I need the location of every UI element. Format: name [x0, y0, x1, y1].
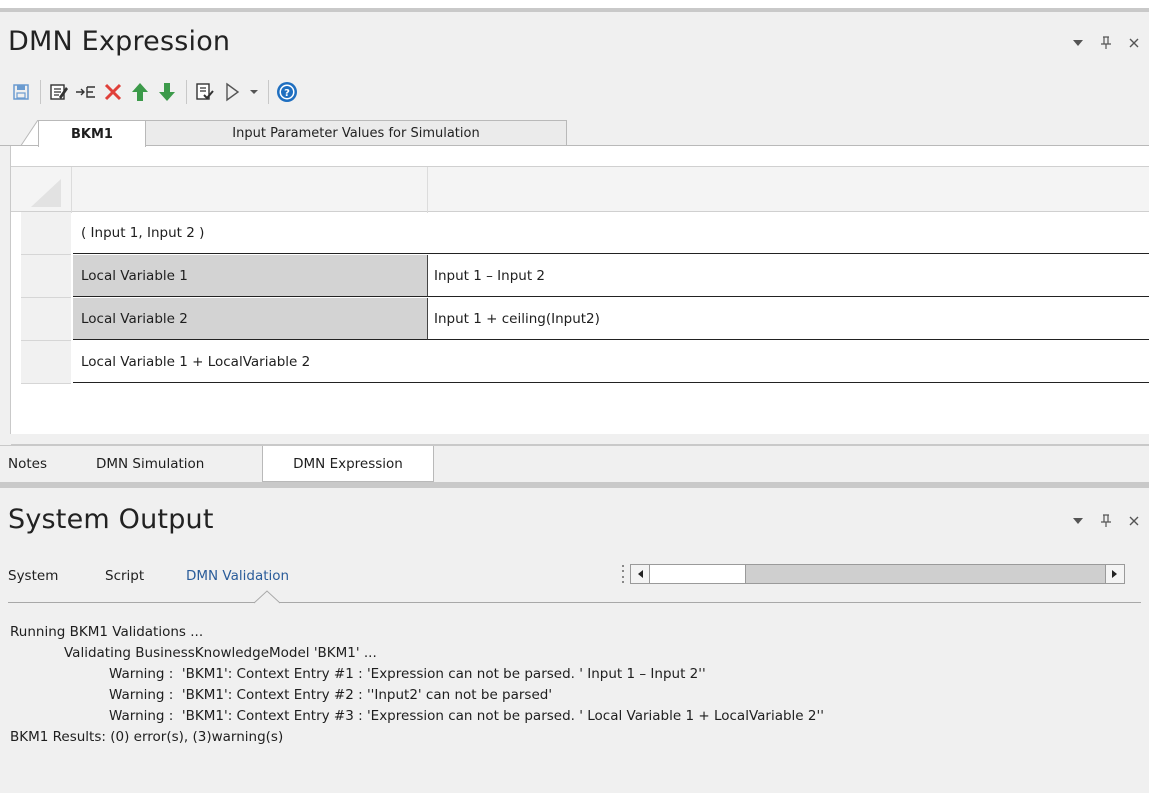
toolbar-separator: [268, 80, 269, 104]
panel-controls: [1071, 36, 1141, 50]
dropdown-arrow-icon[interactable]: [1071, 36, 1085, 50]
row-header[interactable]: [21, 255, 71, 298]
row-header[interactable]: [21, 212, 71, 255]
select-all-corner[interactable]: [21, 173, 69, 211]
row-header[interactable]: [21, 298, 71, 341]
row-header[interactable]: [21, 341, 71, 384]
pin-icon[interactable]: [1099, 36, 1113, 50]
context-grid: ( Input 1, Input 2 ) Local Variable 1 In…: [10, 146, 1149, 445]
context-parameters-row[interactable]: ( Input 1, Input 2 ): [73, 212, 1149, 254]
variable-cell[interactable]: Local Variable 1: [73, 255, 428, 297]
tab-input-parameter-values[interactable]: Input Parameter Values for Simulation: [145, 120, 567, 146]
scroll-right-icon[interactable]: [1105, 564, 1125, 584]
tab-slant: [20, 120, 40, 147]
pin-icon[interactable]: [1099, 514, 1113, 528]
help-icon[interactable]: ?: [274, 79, 300, 105]
tab-underline: [279, 602, 1141, 603]
panel-title: System Output: [8, 504, 214, 535]
context-entry-row[interactable]: Local Variable 1 Input 1 – Input 2: [73, 255, 1149, 297]
toolbar: ?: [0, 74, 1149, 110]
output-log[interactable]: Running BKM1 Validations ... Validating …: [0, 616, 1149, 793]
toolbar-separator: [186, 80, 187, 104]
grid-header: [11, 166, 1149, 213]
expression-tabs: BKM1 Input Parameter Values for Simulati…: [0, 112, 1149, 147]
window-tabs: Notes DMN Simulation DMN Expression: [0, 445, 1149, 482]
grid-header-separator: [71, 167, 72, 213]
close-icon[interactable]: [1127, 514, 1141, 528]
delete-icon[interactable]: [100, 79, 126, 105]
scrollbar-thumb[interactable]: [650, 565, 746, 583]
run-icon[interactable]: [219, 79, 245, 105]
move-down-icon[interactable]: [154, 79, 180, 105]
context-result-row[interactable]: Local Variable 1 + LocalVariable 2: [73, 341, 1149, 383]
dropdown-icon[interactable]: [246, 79, 262, 105]
tab-dmn-validation[interactable]: DMN Validation: [186, 568, 289, 584]
active-tab-indicator: [254, 590, 280, 604]
result-cell[interactable]: Local Variable 1 + LocalVariable 2: [73, 354, 310, 370]
parameters-cell[interactable]: ( Input 1, Input 2 ): [73, 225, 204, 241]
tab-bkm1[interactable]: BKM1: [38, 120, 146, 147]
move-up-icon[interactable]: [127, 79, 153, 105]
log-line: Warning : 'BKM1': Context Entry #3 : 'Ex…: [109, 708, 824, 724]
log-line: Running BKM1 Validations ...: [10, 624, 204, 640]
dmn-expression-panel: DMN Expression ? BKM1 Input Parameter Va…: [0, 12, 1149, 482]
expression-cell[interactable]: Input 1 + ceiling(Input2): [428, 298, 1149, 340]
context-entry-row[interactable]: Local Variable 2 Input 1 + ceiling(Input…: [73, 298, 1149, 340]
tab-scrollbar[interactable]: [620, 564, 1125, 584]
insert-entry-icon[interactable]: [73, 79, 99, 105]
panel-controls: [1071, 514, 1141, 528]
grid-column-separator: [427, 167, 428, 213]
close-icon[interactable]: [1127, 36, 1141, 50]
tab-dmn-expression[interactable]: DMN Expression: [262, 446, 434, 482]
log-line: Validating BusinessKnowledgeModel 'BKM1'…: [64, 645, 377, 661]
output-tabs: System Script DMN Validation: [0, 554, 1149, 614]
top-strip: [0, 0, 1149, 8]
svg-text:?: ?: [284, 88, 290, 99]
validate-icon[interactable]: [192, 79, 218, 105]
scroll-left-icon[interactable]: [630, 564, 650, 584]
save-icon[interactable]: [8, 79, 34, 105]
tab-notes[interactable]: Notes: [0, 446, 55, 482]
log-line: Warning : 'BKM1': Context Entry #2 : ''I…: [109, 687, 553, 703]
edit-icon[interactable]: [46, 79, 72, 105]
scrollbar-track[interactable]: [650, 564, 1105, 584]
log-line: BKM1 Results: (0) error(s), (3)warning(s…: [10, 729, 284, 745]
toolbar-separator: [40, 80, 41, 104]
panel-title: DMN Expression: [8, 26, 231, 57]
tab-dmn-simulation[interactable]: DMN Simulation: [88, 446, 212, 482]
tab-underline: [8, 602, 255, 603]
grip-icon[interactable]: [620, 565, 626, 583]
dropdown-arrow-icon[interactable]: [1071, 514, 1085, 528]
log-line: Warning : 'BKM1': Context Entry #1 : 'Ex…: [109, 666, 706, 682]
system-output-panel: System Output System Script DMN Validati…: [0, 488, 1149, 793]
tab-system[interactable]: System: [8, 568, 58, 584]
variable-cell[interactable]: Local Variable 2: [73, 298, 428, 340]
expression-cell[interactable]: Input 1 – Input 2: [428, 255, 1149, 297]
tab-script[interactable]: Script: [105, 568, 144, 584]
